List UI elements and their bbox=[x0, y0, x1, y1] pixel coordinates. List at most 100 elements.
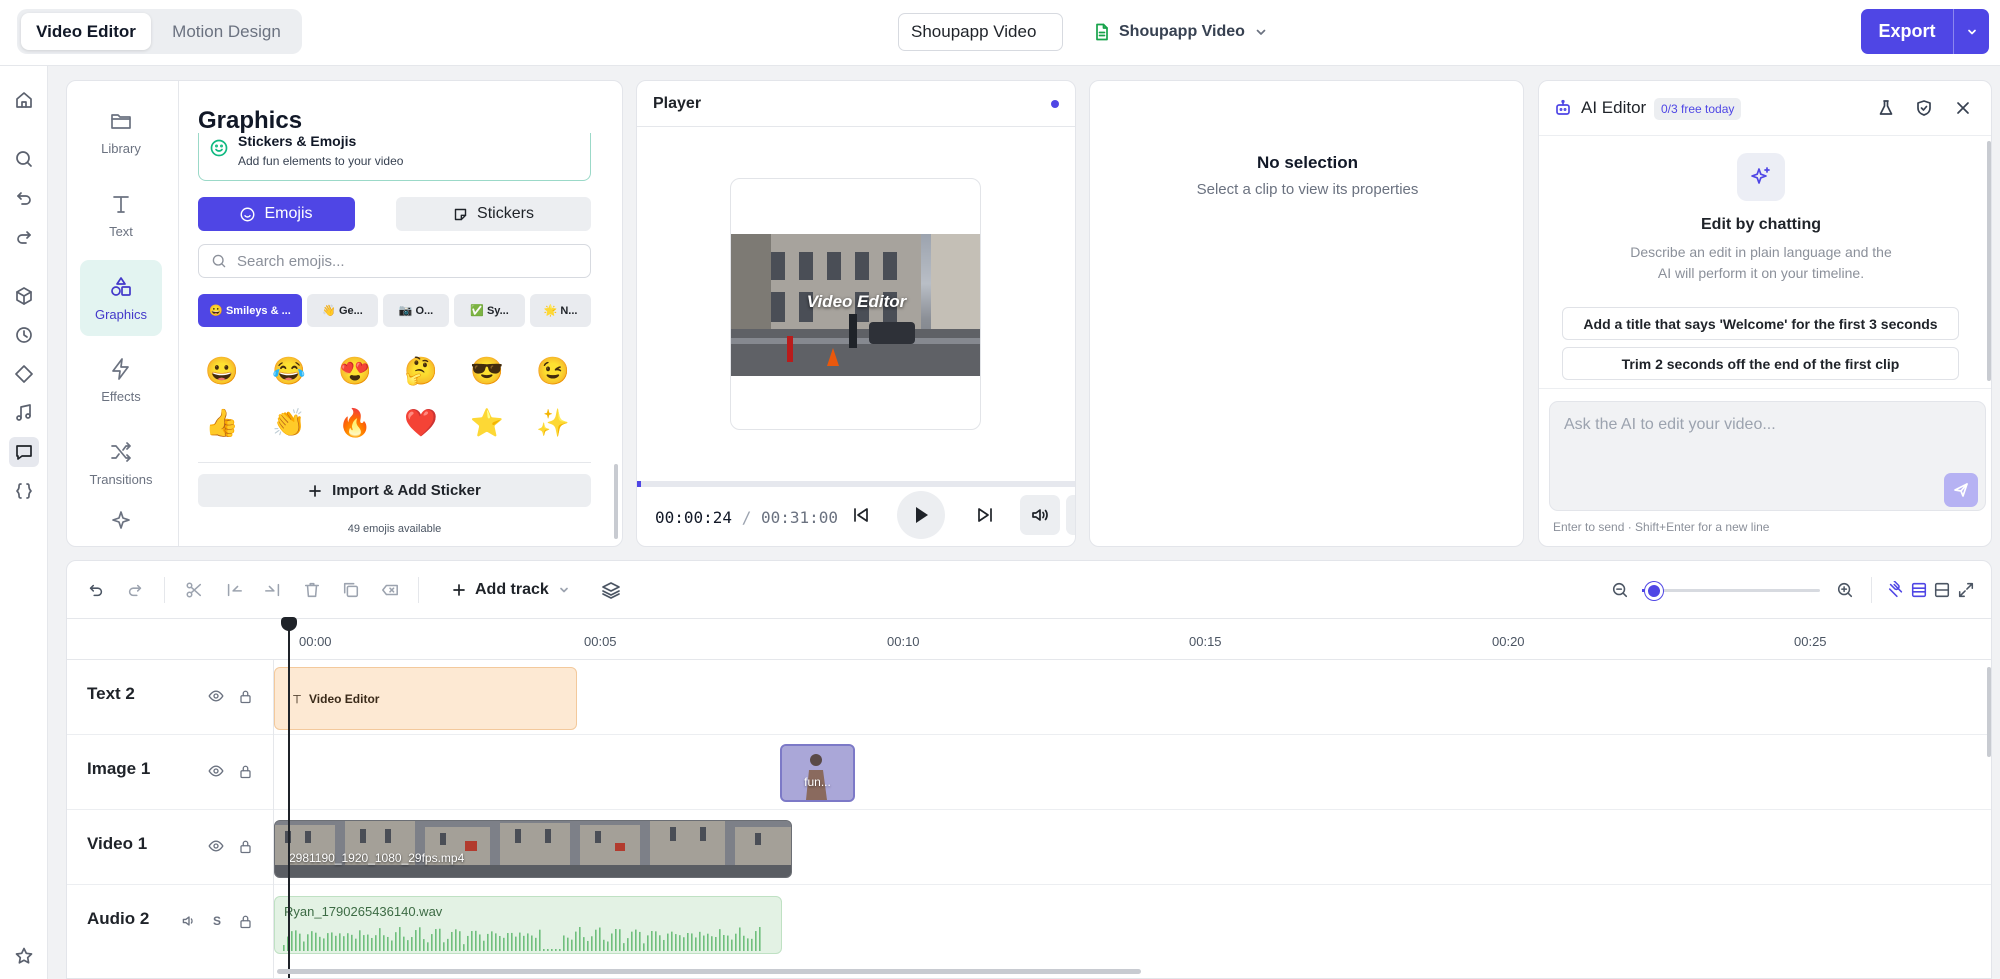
ai-prompt-input[interactable]: Ask the AI to edit your video... bbox=[1549, 401, 1986, 511]
side-tab-library[interactable]: Library bbox=[80, 94, 162, 170]
erase-icon[interactable] bbox=[379, 579, 401, 601]
scissors-icon[interactable] bbox=[183, 579, 205, 601]
category-chip[interactable]: 🌟 N... bbox=[530, 294, 591, 327]
playback-progress-bar[interactable] bbox=[637, 481, 1075, 487]
cube-icon[interactable] bbox=[12, 284, 36, 308]
expand-icon[interactable] bbox=[1955, 579, 1977, 601]
emoji-item[interactable]: 🔥 bbox=[337, 405, 373, 441]
undo-icon[interactable] bbox=[12, 186, 36, 210]
tab-video-editor[interactable]: Video Editor bbox=[21, 13, 151, 50]
split-right-icon[interactable] bbox=[262, 579, 284, 601]
zoom-slider-handle[interactable] bbox=[1645, 582, 1663, 600]
scrollbar[interactable] bbox=[1987, 141, 1991, 381]
side-tab-text[interactable]: Text bbox=[80, 177, 162, 253]
export-button[interactable]: Export bbox=[1861, 9, 1954, 54]
lock-icon[interactable] bbox=[236, 762, 254, 780]
braces-icon[interactable] bbox=[12, 479, 36, 503]
emoji-item[interactable]: 🤔 bbox=[403, 353, 439, 389]
playhead[interactable] bbox=[288, 621, 290, 978]
waveform-bar bbox=[351, 934, 353, 951]
emoji-item[interactable]: ❤️ bbox=[403, 405, 439, 441]
redo-icon[interactable] bbox=[12, 225, 36, 249]
emoji-item[interactable]: 😂 bbox=[271, 353, 307, 389]
add-track-button[interactable]: Add track bbox=[452, 577, 570, 603]
text-icon bbox=[109, 192, 133, 216]
category-chip[interactable]: 😀 Smileys & ... bbox=[198, 294, 302, 327]
suggestion-button[interactable]: Add a title that says 'Welcome' for the … bbox=[1562, 307, 1959, 340]
text-clip[interactable]: Video Editor bbox=[274, 667, 577, 730]
ai-prompt-placeholder: Ask the AI to edit your video... bbox=[1564, 416, 1776, 433]
send-button[interactable] bbox=[1944, 473, 1978, 507]
emoji-item[interactable]: ⭐ bbox=[469, 405, 505, 441]
category-chip[interactable]: 📷 O... bbox=[383, 294, 449, 327]
skip-forward-button[interactable] bbox=[965, 495, 1005, 535]
stickers-toggle[interactable]: Stickers bbox=[396, 197, 591, 231]
zoom-out-icon[interactable] bbox=[1609, 579, 1631, 601]
home-icon[interactable] bbox=[12, 88, 36, 112]
category-chip[interactable]: ✅ Sy... bbox=[454, 294, 525, 327]
skip-back-button[interactable] bbox=[841, 495, 881, 535]
audio-clip[interactable]: Ryan_1790265436140.wav bbox=[274, 896, 782, 954]
preview-canvas[interactable]: Video Editor bbox=[730, 178, 981, 430]
horizontal-scrollbar[interactable] bbox=[277, 969, 1141, 974]
undo-icon[interactable] bbox=[85, 579, 107, 601]
vertical-scrollbar[interactable] bbox=[1987, 667, 1991, 757]
emoji-item[interactable]: 👍 bbox=[204, 405, 240, 441]
emoji-item[interactable]: 😀 bbox=[204, 353, 240, 389]
emojis-toggle[interactable]: Emojis bbox=[198, 197, 355, 231]
eye-icon[interactable] bbox=[207, 837, 225, 855]
lock-icon[interactable] bbox=[236, 912, 254, 930]
scrollbar[interactable] bbox=[614, 464, 618, 539]
trash-icon[interactable] bbox=[301, 579, 323, 601]
emoji-item[interactable]: ✨ bbox=[535, 405, 571, 441]
tracks-view-icon[interactable] bbox=[1908, 579, 1930, 601]
eye-icon[interactable] bbox=[207, 687, 225, 705]
magnet-icon[interactable] bbox=[1885, 579, 1907, 601]
chat-icon[interactable] bbox=[9, 437, 39, 467]
flask-icon[interactable] bbox=[1877, 99, 1895, 117]
emoji-item[interactable]: 👏 bbox=[271, 405, 307, 441]
category-chip[interactable]: 👋 Ge... bbox=[307, 294, 378, 327]
layers-icon[interactable] bbox=[600, 579, 622, 601]
close-icon[interactable] bbox=[1954, 99, 1972, 117]
more-controls-button[interactable] bbox=[1066, 495, 1075, 535]
shield-icon[interactable] bbox=[1915, 99, 1933, 117]
search-icon[interactable] bbox=[12, 147, 36, 171]
solo-button[interactable]: S bbox=[208, 912, 226, 930]
export-options-button[interactable] bbox=[1954, 9, 1989, 54]
emoji-item[interactable]: 😉 bbox=[535, 353, 571, 389]
volume-button[interactable] bbox=[1020, 495, 1060, 535]
zoom-slider[interactable] bbox=[1642, 589, 1820, 592]
lock-icon[interactable] bbox=[236, 837, 254, 855]
lock-icon[interactable] bbox=[236, 687, 254, 705]
video-clip[interactable]: 2981190_1920_1080_29fps.mp4 bbox=[274, 820, 792, 878]
tab-motion-design[interactable]: Motion Design bbox=[155, 13, 298, 50]
emoji-search-input[interactable]: Search emojis... bbox=[198, 244, 591, 278]
side-tab-ai[interactable] bbox=[80, 509, 162, 546]
diamond-icon[interactable] bbox=[12, 362, 36, 386]
side-tab-graphics[interactable]: Graphics bbox=[80, 260, 162, 336]
speaker-icon[interactable] bbox=[180, 912, 198, 930]
waveform-bar bbox=[699, 931, 701, 951]
play-button[interactable] bbox=[897, 491, 945, 539]
project-name-input[interactable]: Shoupapp Video bbox=[898, 13, 1063, 51]
zoom-in-icon[interactable] bbox=[1834, 579, 1856, 601]
split-left-icon[interactable] bbox=[223, 579, 245, 601]
emoji-item[interactable]: 😍 bbox=[337, 353, 373, 389]
split-view-icon[interactable] bbox=[1931, 579, 1953, 601]
image-clip[interactable]: fun... bbox=[780, 744, 855, 802]
emoji-item[interactable]: 😎 bbox=[469, 353, 505, 389]
time-ruler[interactable] bbox=[67, 619, 1991, 660]
side-tab-effects[interactable]: Effects bbox=[80, 342, 162, 418]
side-tab-transitions[interactable]: Transitions bbox=[80, 425, 162, 501]
star-icon[interactable] bbox=[12, 944, 36, 968]
import-sticker-button[interactable]: Import & Add Sticker bbox=[198, 474, 591, 507]
document-selector[interactable]: Shoupapp Video bbox=[1094, 13, 1268, 51]
waveform-bar bbox=[343, 936, 345, 951]
suggestion-button[interactable]: Trim 2 seconds off the end of the first … bbox=[1562, 347, 1959, 380]
eye-icon[interactable] bbox=[207, 762, 225, 780]
redo-icon[interactable] bbox=[124, 579, 146, 601]
duplicate-icon[interactable] bbox=[340, 579, 362, 601]
music-icon[interactable] bbox=[12, 401, 36, 425]
clock-icon[interactable] bbox=[12, 323, 36, 347]
